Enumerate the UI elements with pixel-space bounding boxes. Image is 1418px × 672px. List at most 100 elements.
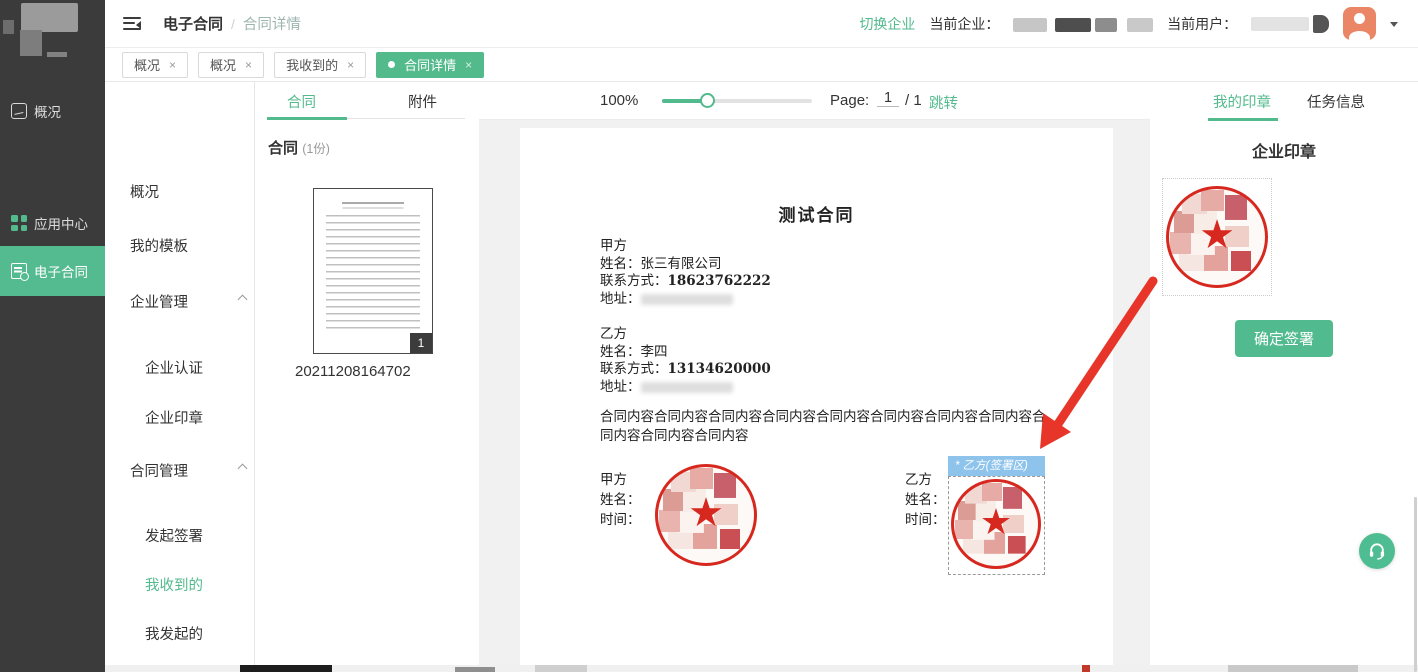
company-seal-title: 企业印章 xyxy=(1150,138,1418,162)
page-total: / 1 xyxy=(905,92,922,109)
thumbnail-text-lines xyxy=(326,215,420,333)
party-b-block: 乙方 姓名：李四 联系方式：13134620000 地址： xyxy=(600,326,771,396)
party-a-seal-stamp: ★ xyxy=(655,464,757,566)
rail-item-e-contract[interactable]: 电子合同 xyxy=(0,246,105,296)
confirm-sign-button[interactable]: 确定签署 xyxy=(1235,320,1333,357)
redacted-address xyxy=(641,294,733,305)
sidebar-group-company-management[interactable]: 企业管理 xyxy=(130,291,188,312)
sidebar-group-contract-management[interactable]: 合同管理 xyxy=(130,460,188,481)
bottom-edge-strip xyxy=(105,665,1418,672)
party-a-address: 地址： xyxy=(600,291,771,309)
redacted-address xyxy=(641,382,733,393)
secondary-sidebar: 概况 我的模板 企业管理 企业认证 企业印章 合同管理 发起签署 我收到的 我发… xyxy=(105,82,255,672)
document-icon xyxy=(11,263,27,279)
viewer-toolbar: 100% Page: / 1 跳转 xyxy=(479,82,1150,120)
party-b-sign-zone-label: * 乙方(签署区) xyxy=(948,456,1045,476)
party-b-sign-zone-box[interactable]: ★ xyxy=(948,476,1045,575)
seal-star-icon: ★ xyxy=(688,490,724,536)
seal-star-icon: ★ xyxy=(1199,212,1235,258)
rail-item-overview[interactable]: 概况 xyxy=(0,94,105,128)
contract-thumbnail[interactable]: 1 xyxy=(313,188,433,354)
sidebar-item-my-templates[interactable]: 我的模板 xyxy=(130,235,188,256)
document-list-panel: 合同 附件 合同 (1份) 1 20211208164702 xyxy=(255,82,479,672)
chevron-down-icon[interactable] xyxy=(1390,22,1398,31)
party-a-contact: 联系方式：18623762222 xyxy=(600,273,771,291)
top-header: 电子合同 / 合同详情 切换企业 当前企业： 当前用户： xyxy=(105,0,1418,48)
contract-section-label: 合同 (1份) xyxy=(268,137,330,158)
party-a-name: 姓名：张三有限公司 xyxy=(600,256,771,274)
active-dot-icon xyxy=(388,61,395,68)
breadcrumb-separator: / xyxy=(231,16,235,32)
electronic-contract-app: 电子合同 / 合同详情 切换企业 当前企业： 当前用户： 概况 × xyxy=(0,0,1418,672)
party-a-heading: 甲方 xyxy=(600,238,771,256)
zoom-slider[interactable] xyxy=(662,99,812,103)
tab-contract[interactable]: 合同 xyxy=(287,91,316,112)
switch-company-link[interactable]: 切换企业 xyxy=(859,14,915,34)
tab-received[interactable]: 我收到的 × xyxy=(274,52,366,78)
tab-active-underline xyxy=(267,117,347,120)
company-seal-stamp: ★ xyxy=(1166,186,1268,288)
tab-attachment[interactable]: 附件 xyxy=(408,91,437,112)
customer-support-button[interactable] xyxy=(1359,533,1395,569)
party-a-block: 甲方 姓名：张三有限公司 联系方式：18623762222 地址： xyxy=(600,238,771,308)
close-icon[interactable]: × xyxy=(465,58,472,72)
tab-task-info[interactable]: 任务信息 xyxy=(1307,91,1365,112)
collapse-menu-icon[interactable] xyxy=(123,17,141,31)
contract-viewer: 100% Page: / 1 跳转 测试合同 甲方 姓名：张三有限公司 联系方式… xyxy=(479,82,1150,672)
chevron-up-icon xyxy=(238,295,248,305)
sidebar-item-overview[interactable]: 概况 xyxy=(130,181,159,202)
close-icon[interactable]: × xyxy=(245,58,252,72)
primary-nav-rail: 概况 应用中心 电子合同 xyxy=(0,0,105,672)
line-chart-icon xyxy=(11,103,27,119)
current-user-label: 当前用户： xyxy=(1167,14,1237,34)
tab-active-underline xyxy=(1208,118,1278,121)
contract-title: 测试合同 xyxy=(520,201,1113,226)
sidebar-item-company-certification[interactable]: 企业认证 xyxy=(145,357,203,378)
headset-icon xyxy=(1367,541,1387,561)
close-icon[interactable]: × xyxy=(347,58,354,72)
thumbnail-heading-lines xyxy=(342,202,404,204)
signing-panel: 我的印章 任务信息 企业印章 ★ 确定签署 xyxy=(1150,82,1418,672)
sign-block-a-labels: 甲方 姓名： 时间： xyxy=(600,470,641,530)
contract-page: 测试合同 甲方 姓名：张三有限公司 联系方式：18623762222 地址： 乙… xyxy=(520,128,1113,672)
tab-my-seals[interactable]: 我的印章 xyxy=(1213,91,1271,112)
party-b-seal-stamp: ★ xyxy=(951,479,1041,569)
header-right-group: 切换企业 当前企业： 当前用户： xyxy=(859,7,1418,40)
sign-block-b-labels: 乙方 姓名： 时间： xyxy=(905,470,946,530)
rail-item-app-center[interactable]: 应用中心 xyxy=(0,206,105,240)
app-logo-redacted xyxy=(0,0,105,62)
party-b-address: 地址： xyxy=(600,379,771,397)
page-number-input[interactable] xyxy=(877,90,899,107)
sidebar-item-company-seal[interactable]: 企业印章 xyxy=(145,407,203,428)
chevron-up-icon xyxy=(238,464,248,474)
party-b-name: 姓名：李四 xyxy=(600,344,771,362)
current-company-redacted xyxy=(1013,15,1153,31)
current-company-label: 当前企业： xyxy=(929,14,999,34)
seal-star-icon: ★ xyxy=(980,502,1012,543)
sidebar-item-received-active[interactable]: 我收到的 xyxy=(145,574,203,595)
app-grid-icon xyxy=(11,215,27,231)
user-avatar[interactable] xyxy=(1343,7,1376,40)
contract-count: (1份) xyxy=(302,142,330,156)
open-tabs-strip: 概况 × 概况 × 我收到的 × 合同详情 × xyxy=(105,48,1418,82)
tab-overview-2[interactable]: 概况 × xyxy=(198,52,264,78)
contract-file-name: 20211208164702 xyxy=(295,363,411,380)
breadcrumb-app[interactable]: 电子合同 xyxy=(163,13,223,34)
jump-to-page-link[interactable]: 跳转 xyxy=(929,92,958,113)
party-b-contact: 联系方式：13134620000 xyxy=(600,361,771,379)
sidebar-item-initiated-by-me[interactable]: 我发起的 xyxy=(145,623,203,644)
zoom-percent: 100% xyxy=(600,92,638,109)
tab-contract-detail-active[interactable]: 合同详情 × xyxy=(376,52,484,78)
sidebar-item-initiate-signing[interactable]: 发起签署 xyxy=(145,525,203,546)
company-seal-option[interactable]: ★ xyxy=(1162,178,1272,296)
tab-overview-1[interactable]: 概况 × xyxy=(122,52,188,78)
vertical-scrollbar[interactable] xyxy=(1414,497,1418,672)
contract-body-text: 合同内容合同内容合同内容合同内容合同内容合同内容合同内容合同内容合同内容合同内容… xyxy=(600,408,1052,445)
breadcrumb-current-page: 合同详情 xyxy=(243,13,301,34)
page-label: Page: xyxy=(830,92,869,109)
zoom-slider-handle[interactable] xyxy=(700,93,715,108)
close-icon[interactable]: × xyxy=(169,58,176,72)
page-number-badge: 1 xyxy=(410,333,432,353)
party-b-heading: 乙方 xyxy=(600,326,771,344)
document-panel-tabs: 合同 附件 xyxy=(255,82,479,120)
